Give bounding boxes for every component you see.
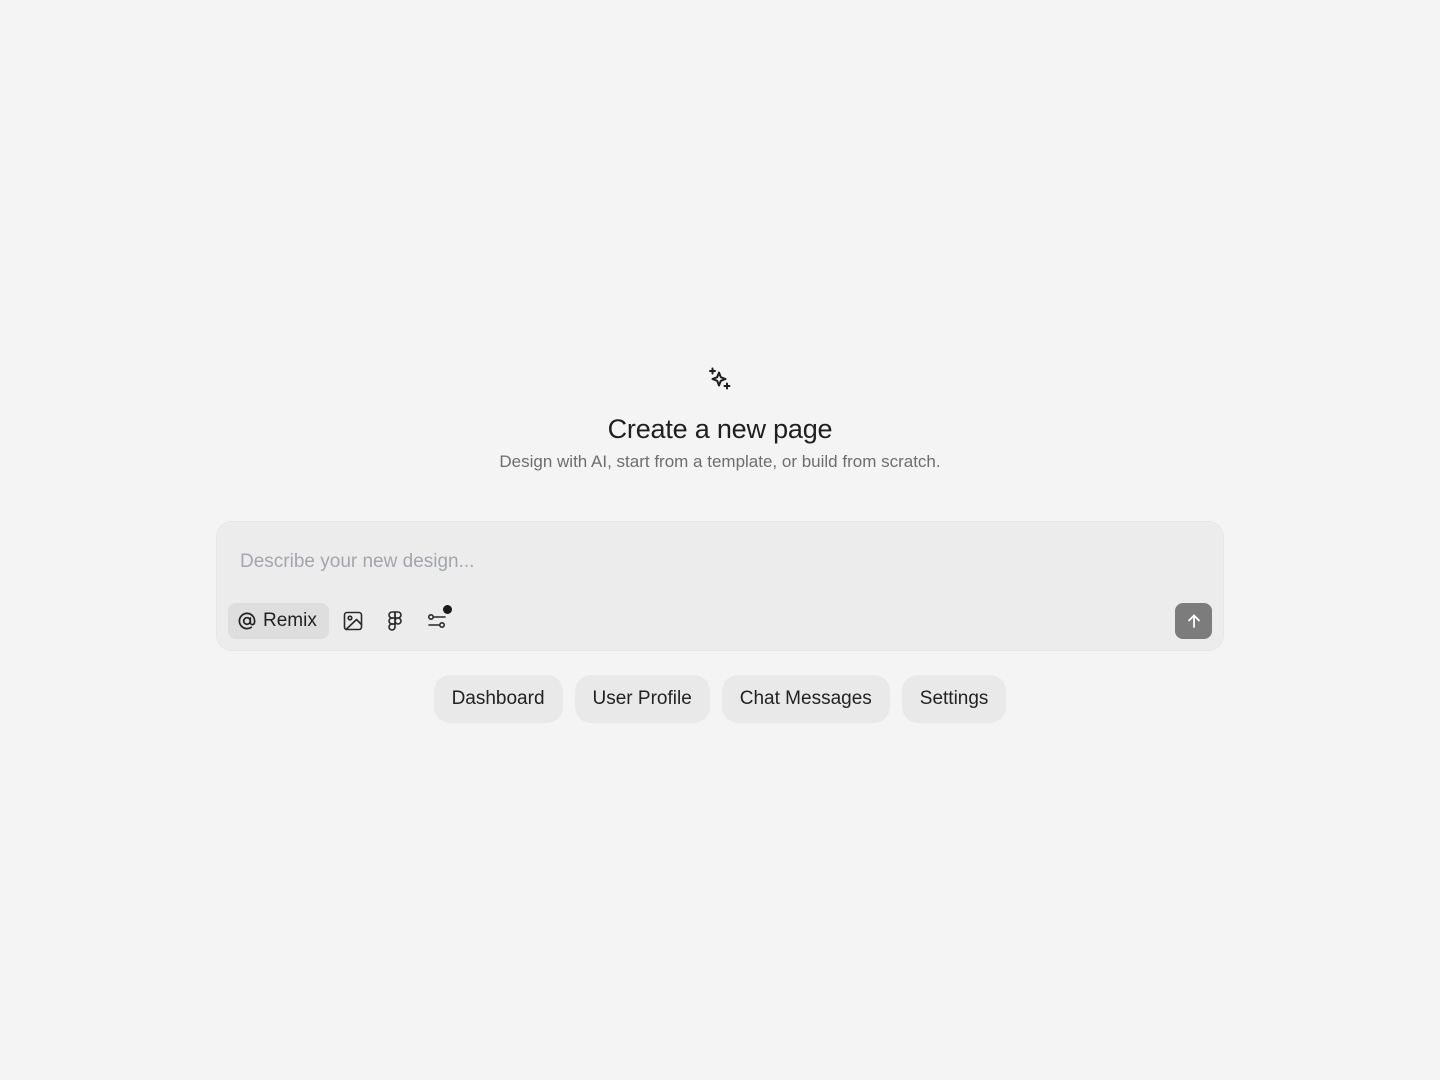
design-prompt-input[interactable] [240,547,1140,577]
sparkles-icon [707,366,733,392]
arrow-up-icon [1185,612,1203,630]
figma-icon[interactable] [383,609,407,633]
remix-button[interactable]: Remix [228,603,329,639]
remix-label: Remix [263,610,317,631]
prompt-composer: Remix [216,521,1224,651]
page-title: Create a new page [607,414,833,444]
page-subtitle: Design with AI, start from a template, o… [499,452,941,471]
notification-dot [443,605,452,614]
suggestion-chips: Dashboard User Profile Chat Messages Set… [0,675,1440,723]
suggestion-chip-settings[interactable]: Settings [901,675,1007,723]
new-page-screen: Create a new page Design with AI, start … [0,0,1440,1080]
suggestion-chip-dashboard[interactable]: Dashboard [433,675,563,723]
suggestion-chip-chat-messages[interactable]: Chat Messages [721,675,890,723]
send-button[interactable] [1175,603,1212,639]
image-icon[interactable] [341,609,365,633]
at-icon [237,611,257,631]
suggestion-chip-user-profile[interactable]: User Profile [574,675,710,723]
